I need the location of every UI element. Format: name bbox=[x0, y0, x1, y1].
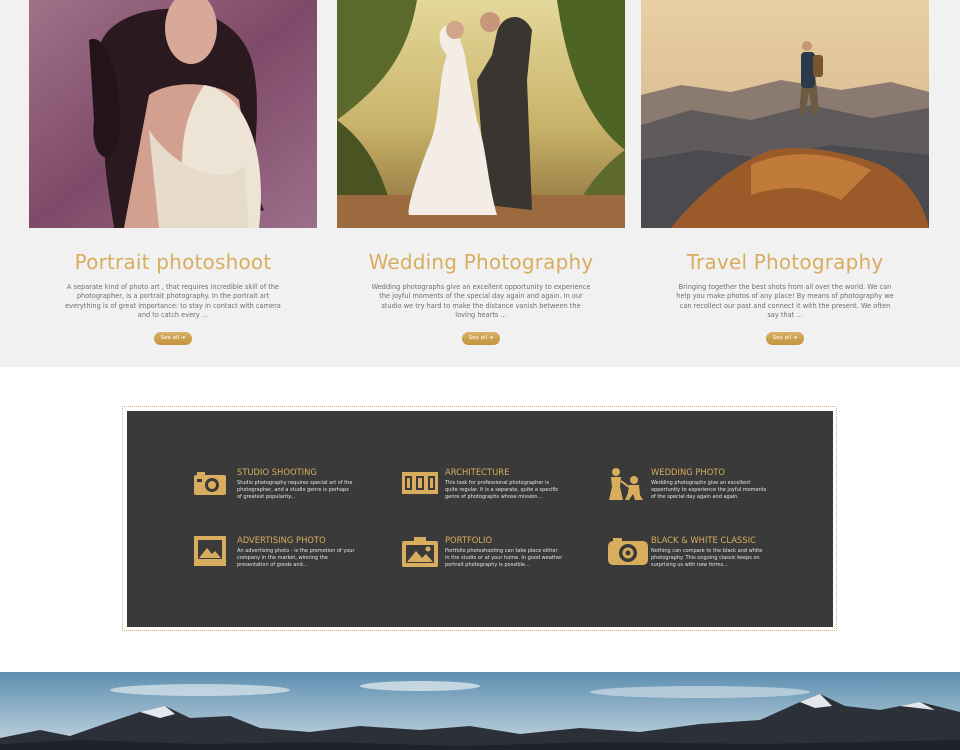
card-text: Bringing together the best shots from al… bbox=[676, 283, 894, 320]
card-title: Travel Photography bbox=[686, 250, 884, 274]
service-title: ARCHITECTURE bbox=[445, 467, 510, 477]
card-title: Wedding Photography bbox=[368, 250, 594, 274]
see-all-label: See all bbox=[772, 334, 792, 341]
service-text: An advertising photo - is the promotion … bbox=[237, 548, 355, 568]
card-text: Wedding photographs give an excellent op… bbox=[371, 283, 591, 320]
service-wedding-photo[interactable]: WEDDING PHOTO Wedding photographs give a… bbox=[607, 467, 807, 517]
see-all-button[interactable]: See all ➜ bbox=[766, 331, 804, 345]
service-title: BLACK & WHITE CLASSIC bbox=[651, 535, 756, 545]
service-text: Portfolio photoshooting can take place e… bbox=[445, 548, 563, 568]
service-title: STUDIO SHOOTING bbox=[237, 467, 317, 477]
service-title: ADVERTISING PHOTO bbox=[237, 535, 326, 545]
arrow-right-icon: ➜ bbox=[792, 334, 798, 341]
card-wedding: Wedding Photography Wedding photographs … bbox=[337, 0, 625, 345]
service-studio-shooting[interactable]: STUDIO SHOOTING Studio photography requi… bbox=[193, 467, 393, 517]
film-strip-icon bbox=[401, 467, 438, 501]
service-advertising-photo[interactable]: ADVERTISING PHOTO An advertising photo -… bbox=[193, 535, 393, 585]
wedding-photo[interactable] bbox=[337, 0, 625, 228]
see-all-label: See all bbox=[468, 334, 488, 341]
portrait-photo[interactable] bbox=[29, 0, 317, 228]
service-title: WEDDING PHOTO bbox=[651, 467, 726, 477]
service-text: Studio photography requires special art … bbox=[237, 480, 353, 500]
services-panel: STUDIO SHOOTING Studio photography requi… bbox=[127, 411, 833, 627]
service-text: This task for professional photographer … bbox=[445, 480, 559, 500]
couple-icon bbox=[607, 467, 643, 501]
service-portfolio[interactable]: PORTFOLIO Portfolio photoshooting can ta… bbox=[401, 535, 601, 585]
see-all-label: See all bbox=[160, 334, 180, 341]
card-text: A separate kind of photo art , that requ… bbox=[65, 283, 281, 320]
see-all-button[interactable]: See all ➜ bbox=[154, 331, 192, 345]
retro-camera-icon bbox=[607, 535, 648, 569]
card-title: Portrait photoshoot bbox=[74, 250, 272, 274]
see-all-button[interactable]: See all ➜ bbox=[462, 331, 500, 345]
photo-camera-icon bbox=[401, 535, 438, 569]
service-architecture[interactable]: ARCHITECTURE This task for professional … bbox=[401, 467, 601, 517]
picture-frame-icon bbox=[193, 535, 227, 569]
service-text: Wedding photographs give an excellent op… bbox=[651, 480, 767, 500]
travel-photo[interactable] bbox=[641, 0, 929, 228]
gallery-section: Portrait photoshoot A separate kind of p… bbox=[0, 0, 960, 367]
card-travel: Travel Photography Bringing together the… bbox=[641, 0, 929, 345]
card-portrait: Portrait photoshoot A separate kind of p… bbox=[29, 0, 317, 345]
arrow-right-icon: ➜ bbox=[180, 334, 186, 341]
service-black-white-classic[interactable]: BLACK & WHITE CLASSIC Nothing can compar… bbox=[607, 535, 807, 585]
mountain-banner-image bbox=[0, 672, 960, 750]
service-title: PORTFOLIO bbox=[445, 535, 493, 545]
arrow-right-icon: ➜ bbox=[488, 334, 494, 341]
service-text: Nothing can compare to the black and whi… bbox=[651, 548, 763, 568]
camera-icon bbox=[193, 467, 227, 501]
